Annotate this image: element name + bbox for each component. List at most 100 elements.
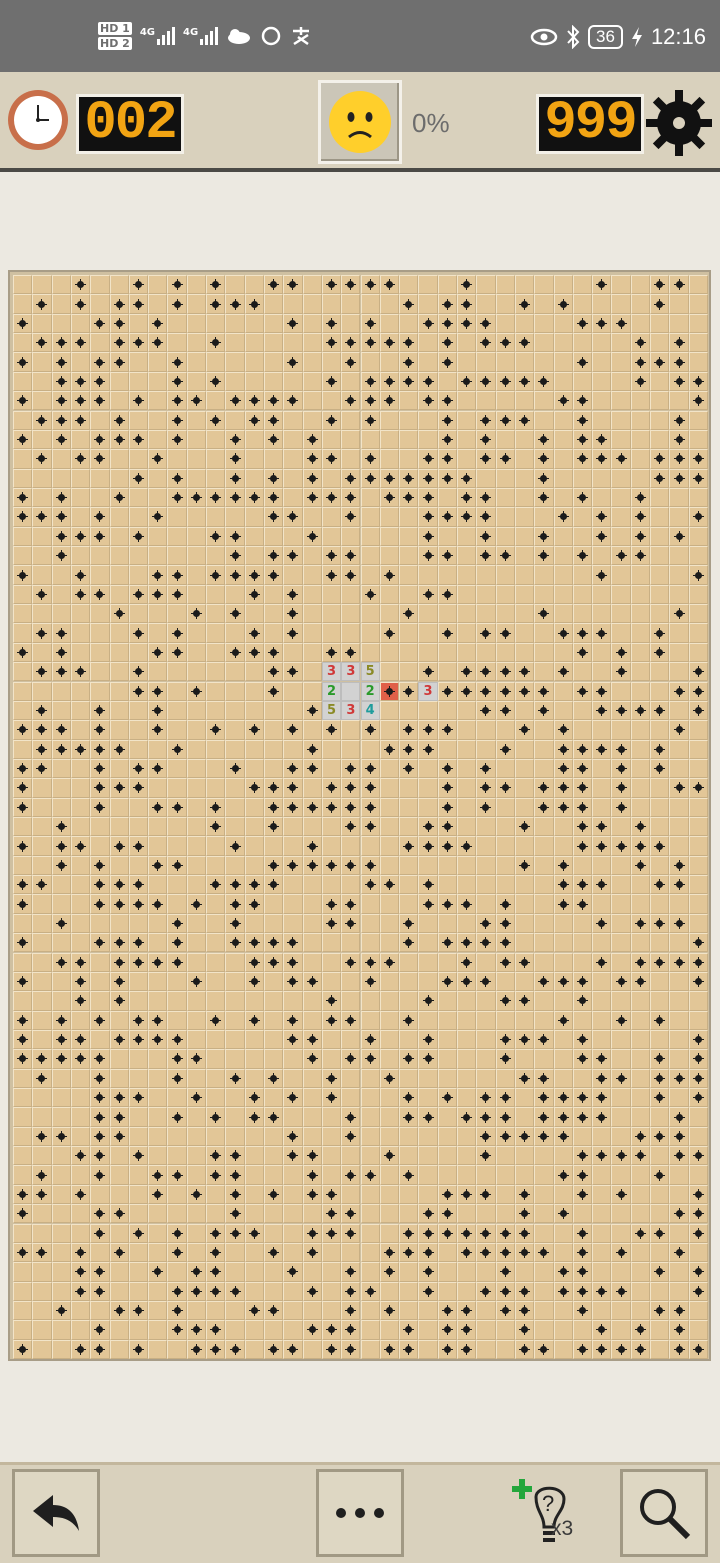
covered-cell[interactable] (51, 565, 71, 585)
covered-cell[interactable] (495, 1204, 515, 1224)
mine-cell[interactable] (186, 894, 207, 914)
revealed-cell[interactable]: 2 (360, 681, 380, 701)
mine-cell[interactable] (321, 913, 342, 934)
covered-cell[interactable] (186, 565, 207, 585)
mine-cell[interactable] (534, 1068, 554, 1088)
mine-cell[interactable] (128, 1223, 149, 1243)
mine-cell[interactable] (360, 720, 380, 740)
mine-cell[interactable] (90, 933, 110, 953)
covered-cell[interactable] (51, 294, 71, 314)
covered-cell[interactable] (572, 662, 593, 682)
covered-cell[interactable] (128, 1320, 149, 1340)
covered-cell[interactable] (592, 1010, 612, 1030)
mine-cell[interactable] (534, 546, 554, 566)
covered-cell[interactable] (360, 642, 380, 663)
mine-cell[interactable] (688, 391, 708, 411)
covered-cell[interactable] (457, 700, 477, 721)
covered-cell[interactable] (283, 1049, 303, 1069)
mine-cell[interactable] (263, 1339, 284, 1359)
covered-cell[interactable] (341, 604, 361, 624)
mine-cell[interactable] (514, 1184, 535, 1205)
covered-cell[interactable] (553, 429, 573, 450)
covered-cell[interactable] (437, 700, 458, 721)
mine-cell[interactable] (341, 1049, 361, 1069)
mine-cell[interactable] (51, 526, 71, 546)
covered-cell[interactable] (32, 313, 52, 334)
covered-cell[interactable] (418, 604, 438, 624)
covered-cell[interactable] (399, 971, 419, 992)
search-button[interactable] (620, 1469, 708, 1557)
covered-cell[interactable] (90, 546, 110, 566)
mine-cell[interactable] (148, 507, 168, 527)
covered-cell[interactable] (51, 1088, 71, 1108)
covered-cell[interactable] (630, 410, 651, 430)
mine-cell[interactable] (611, 1146, 631, 1166)
covered-cell[interactable] (70, 468, 91, 488)
covered-cell[interactable] (321, 836, 342, 856)
mine-cell[interactable] (321, 1320, 342, 1340)
mine-cell[interactable] (70, 952, 91, 972)
mine-cell[interactable] (688, 952, 708, 972)
covered-cell[interactable] (669, 294, 689, 314)
covered-cell[interactable] (70, 700, 91, 721)
covered-cell[interactable] (514, 352, 535, 372)
covered-cell[interactable] (630, 1029, 651, 1050)
mine-cell[interactable] (437, 507, 458, 527)
mine-cell[interactable] (630, 913, 651, 934)
covered-cell[interactable] (495, 429, 515, 450)
mine-cell[interactable] (225, 526, 245, 546)
mine-cell[interactable] (669, 1339, 689, 1359)
mine-cell[interactable] (341, 391, 361, 411)
covered-cell[interactable] (379, 1320, 400, 1340)
mine-cell[interactable] (495, 991, 515, 1011)
mine-cell[interactable] (360, 758, 380, 779)
covered-cell[interactable] (669, 758, 689, 779)
mine-cell[interactable] (534, 681, 554, 701)
covered-cell[interactable] (186, 584, 207, 605)
mine-cell[interactable] (128, 1088, 149, 1108)
mine-cell[interactable] (399, 933, 419, 953)
covered-cell[interactable] (688, 429, 708, 450)
covered-cell[interactable] (669, 739, 689, 759)
mine-cell[interactable] (514, 1300, 535, 1321)
mine-cell[interactable] (302, 836, 322, 856)
mine-cell[interactable] (148, 1010, 168, 1030)
covered-cell[interactable] (186, 294, 207, 314)
covered-cell[interactable] (206, 681, 226, 701)
covered-cell[interactable] (611, 855, 631, 876)
mine-cell[interactable] (128, 758, 149, 779)
covered-cell[interactable] (70, 720, 91, 740)
covered-cell[interactable] (148, 1242, 168, 1263)
covered-cell[interactable] (263, 294, 284, 314)
covered-cell[interactable] (592, 546, 612, 566)
mine-cell[interactable] (669, 429, 689, 450)
covered-cell[interactable] (669, 894, 689, 914)
covered-cell[interactable] (650, 1146, 670, 1166)
covered-cell[interactable] (457, 875, 477, 895)
covered-cell[interactable] (669, 933, 689, 953)
covered-cell[interactable] (514, 429, 535, 450)
covered-cell[interactable] (611, 487, 631, 508)
covered-cell[interactable] (688, 797, 708, 817)
covered-cell[interactable] (70, 1126, 91, 1147)
mine-cell[interactable] (379, 875, 400, 895)
mine-cell[interactable] (437, 449, 458, 469)
mine-cell[interactable] (418, 449, 438, 469)
mine-cell[interactable] (399, 758, 419, 779)
covered-cell[interactable] (399, 1281, 419, 1301)
covered-cell[interactable] (360, 1339, 380, 1359)
covered-cell[interactable] (283, 565, 303, 585)
covered-cell[interactable] (186, 410, 207, 430)
mine-cell[interactable] (688, 371, 708, 392)
mine-cell[interactable] (360, 952, 380, 972)
mine-cell[interactable] (263, 662, 284, 682)
mine-cell[interactable] (399, 1242, 419, 1263)
covered-cell[interactable] (534, 352, 554, 372)
mine-cell[interactable] (630, 700, 651, 721)
covered-cell[interactable] (592, 352, 612, 372)
mine-cell[interactable] (51, 410, 71, 430)
covered-cell[interactable] (244, 371, 264, 392)
mine-cell[interactable] (495, 1088, 515, 1108)
covered-cell[interactable] (321, 817, 342, 837)
covered-cell[interactable] (90, 662, 110, 682)
